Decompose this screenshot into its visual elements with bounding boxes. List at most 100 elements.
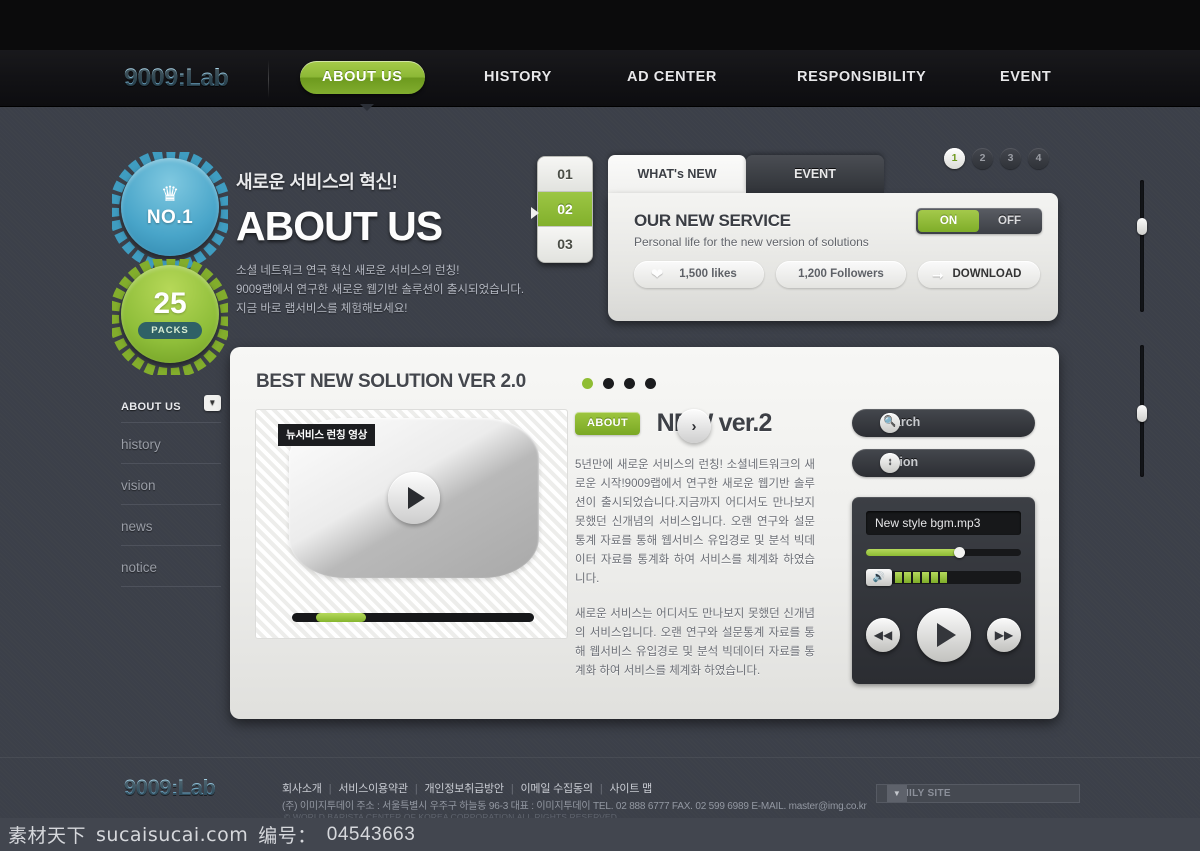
whats-new-subtitle: Personal life for the new version of sol… xyxy=(634,235,869,249)
music-player: New style bgm.mp3 🔊 ◀◀ ▶▶ xyxy=(852,497,1035,684)
toggle-on[interactable]: ON xyxy=(918,210,979,232)
footer-sep: | xyxy=(328,783,332,795)
badge-no1: ♛ NO.1 xyxy=(121,158,219,256)
hero-kicker: 새로운 서비스의 혁신! xyxy=(236,172,398,192)
card-paragraph-1: 5년만에 새로운 서비스의 런칭! 소셜네트워크의 새로운 시작!9009랩에서… xyxy=(575,459,815,585)
volume-seg xyxy=(922,572,929,583)
step-02[interactable]: 02 xyxy=(538,192,592,227)
chevron-down-icon[interactable]: ▼ xyxy=(887,785,907,802)
download-label: DOWNLOAD xyxy=(952,268,1022,280)
footer-link-company[interactable]: 회사소개 xyxy=(282,783,322,795)
footer-logo[interactable]: 9009:Lab xyxy=(124,775,216,801)
watermark-brand: 素材天下 xyxy=(8,826,87,847)
download-button[interactable]: ➞ DOWNLOAD xyxy=(918,261,1040,288)
badge-packs: 25 PACKS xyxy=(121,265,219,363)
footer-link-email[interactable]: 이메일 수집동의 xyxy=(521,783,593,795)
footer-link-terms[interactable]: 서비스이용약관 xyxy=(338,783,408,795)
speaker-icon[interactable]: 🔊 xyxy=(866,569,892,586)
player-seek-bar[interactable] xyxy=(866,547,1021,558)
card-dot-3[interactable] xyxy=(624,378,635,389)
option-select[interactable]: option ↕ xyxy=(852,449,1035,477)
step-01[interactable]: 01 xyxy=(538,157,592,192)
player-play-button[interactable] xyxy=(916,608,971,662)
scrollbar-bottom-thumb[interactable] xyxy=(1137,405,1147,422)
volume-seg xyxy=(895,572,902,583)
watermark-id-value: 04543663 xyxy=(326,823,416,845)
card-dot-4[interactable] xyxy=(645,378,656,389)
page-root: 9009:Lab ABOUT US HISTORY AD CENTER RESP… xyxy=(0,0,1200,851)
pager-dot-4[interactable]: 4 xyxy=(1028,148,1049,169)
footer-address: (주) 이미지투데이 주소 : 서울특별시 우주구 하늘동 96-3 대표 : … xyxy=(282,801,867,812)
site-logo[interactable]: 9009:Lab xyxy=(124,64,229,93)
sidebar-menu: ABOUT US ▼ history vision news notice xyxy=(121,395,221,587)
watermark-bar: 素材天下 sucaisucai.com 编号： 04543663 xyxy=(0,818,1200,851)
search-icon[interactable]: 🔍 xyxy=(880,413,900,433)
card-dot-2[interactable] xyxy=(603,378,614,389)
badge-packs-label: PACKS xyxy=(138,321,202,339)
scrollbar-bottom[interactable] xyxy=(1137,345,1147,477)
top-black-bar xyxy=(0,0,1200,50)
nav-item-event[interactable]: EVENT xyxy=(1000,69,1051,85)
toggle-off[interactable]: OFF xyxy=(979,210,1040,232)
chevron-down-icon[interactable]: ▼ xyxy=(204,395,221,411)
scrollbar-top[interactable] xyxy=(1137,180,1147,312)
sidebar-item-notice[interactable]: notice xyxy=(121,546,221,587)
player-seek-handle[interactable] xyxy=(954,547,966,558)
likes-button[interactable]: ❤ 1,500 likes xyxy=(634,261,764,288)
next-arrow-button[interactable]: › xyxy=(677,409,711,443)
badge-packs-number: 25 xyxy=(153,286,187,320)
play-icon xyxy=(936,623,956,647)
logo-divider xyxy=(268,60,269,98)
card-slide-dots xyxy=(582,378,656,389)
card-text-column: ABOUT NEW ver.2 5년만에 새로운 서비스의 런칭! 소셜네트워크… xyxy=(575,409,815,681)
nav-item-responsibility[interactable]: RESPONSIBILITY xyxy=(797,69,926,85)
video-play-button[interactable] xyxy=(388,472,440,524)
footer-sep: | xyxy=(414,783,418,795)
card-headline: NEW ver.2 xyxy=(656,409,773,437)
family-site-select[interactable]: FAMILY SITE ▼ xyxy=(876,784,1080,803)
badge-no1-label: NO.1 xyxy=(146,207,194,228)
nav-item-history[interactable]: HISTORY xyxy=(484,69,552,85)
footer-link-privacy[interactable]: 개인정보취급방안 xyxy=(424,783,504,795)
nav-active-arrow xyxy=(360,104,374,111)
player-track-name: New style bgm.mp3 xyxy=(866,511,1021,535)
card-paragraph-2: 새로운 서비스는 어디서도 만나보지 못했던 신개념의 서비스입니다. 오랜 연… xyxy=(575,608,815,677)
sidebar-item-vision[interactable]: vision xyxy=(121,464,221,505)
footer-links: 회사소개 | 서비스이용약관 | 개인정보취급방안 | 이메일 수집동의 | 사이트 맵 xyxy=(282,780,652,796)
volume-seg xyxy=(931,572,938,583)
pager-dot-2[interactable]: 2 xyxy=(972,148,993,169)
nav-item-about-us[interactable]: ABOUT US xyxy=(300,61,425,94)
search-input[interactable]: search 🔍 xyxy=(852,409,1035,437)
pager-dot-3[interactable]: 3 xyxy=(1000,148,1021,169)
footer-link-sitemap[interactable]: 사이트 맵 xyxy=(609,783,652,795)
video-progress-fill xyxy=(316,613,366,622)
hero-block: 새로운 서비스의 혁신! ABOUT US 소셜 네트워크 연국 혁신 새로운 … xyxy=(236,168,536,319)
sidebar-item-history[interactable]: history xyxy=(121,423,221,464)
rewind-icon[interactable]: ◀◀ xyxy=(866,618,900,652)
player-volume-row: 🔊 xyxy=(866,569,1021,586)
pager-dot-1[interactable]: 1 xyxy=(944,148,965,169)
step-03[interactable]: 03 xyxy=(538,227,592,262)
tab-event[interactable]: EVENT xyxy=(746,155,884,193)
player-volume-level xyxy=(895,572,947,583)
scrollbar-top-thumb[interactable] xyxy=(1137,218,1147,235)
hero-desc-line-1: 소셜 네트워크 연국 혁신 새로운 서비스의 런칭! xyxy=(236,265,460,277)
video-player[interactable]: 뉴서비스 런칭 영상 xyxy=(255,409,568,639)
on-off-toggle[interactable]: ON OFF xyxy=(916,208,1042,234)
arrow-right-icon: ➞ xyxy=(932,267,944,283)
sidebar-item-news[interactable]: news xyxy=(121,505,221,546)
tab-whats-new[interactable]: WHAT's NEW xyxy=(608,155,746,193)
hero-desc-line-3: 지금 바로 랩서비스를 체험해보세요! xyxy=(236,303,408,315)
nav-item-ad-center[interactable]: AD CENTER xyxy=(627,69,717,85)
video-label: 뉴서비스 런칭 영상 xyxy=(278,424,376,446)
video-progress-bar[interactable] xyxy=(292,613,534,622)
card-dot-1[interactable] xyxy=(582,378,593,389)
up-down-arrows-icon[interactable]: ↕ xyxy=(880,453,900,473)
footer-sep: | xyxy=(510,783,514,795)
main-content-card: BEST NEW SOLUTION VER 2.0 뉴서비스 런칭 영상 ABO… xyxy=(230,347,1059,719)
fast-forward-icon[interactable]: ▶▶ xyxy=(987,618,1021,652)
followers-button[interactable]: 1,200 Followers xyxy=(776,261,906,288)
sidebar-item-about-us[interactable]: ABOUT US ▼ xyxy=(121,395,221,423)
about-tag[interactable]: ABOUT xyxy=(575,412,641,435)
chevron-right-icon: › xyxy=(691,417,697,435)
